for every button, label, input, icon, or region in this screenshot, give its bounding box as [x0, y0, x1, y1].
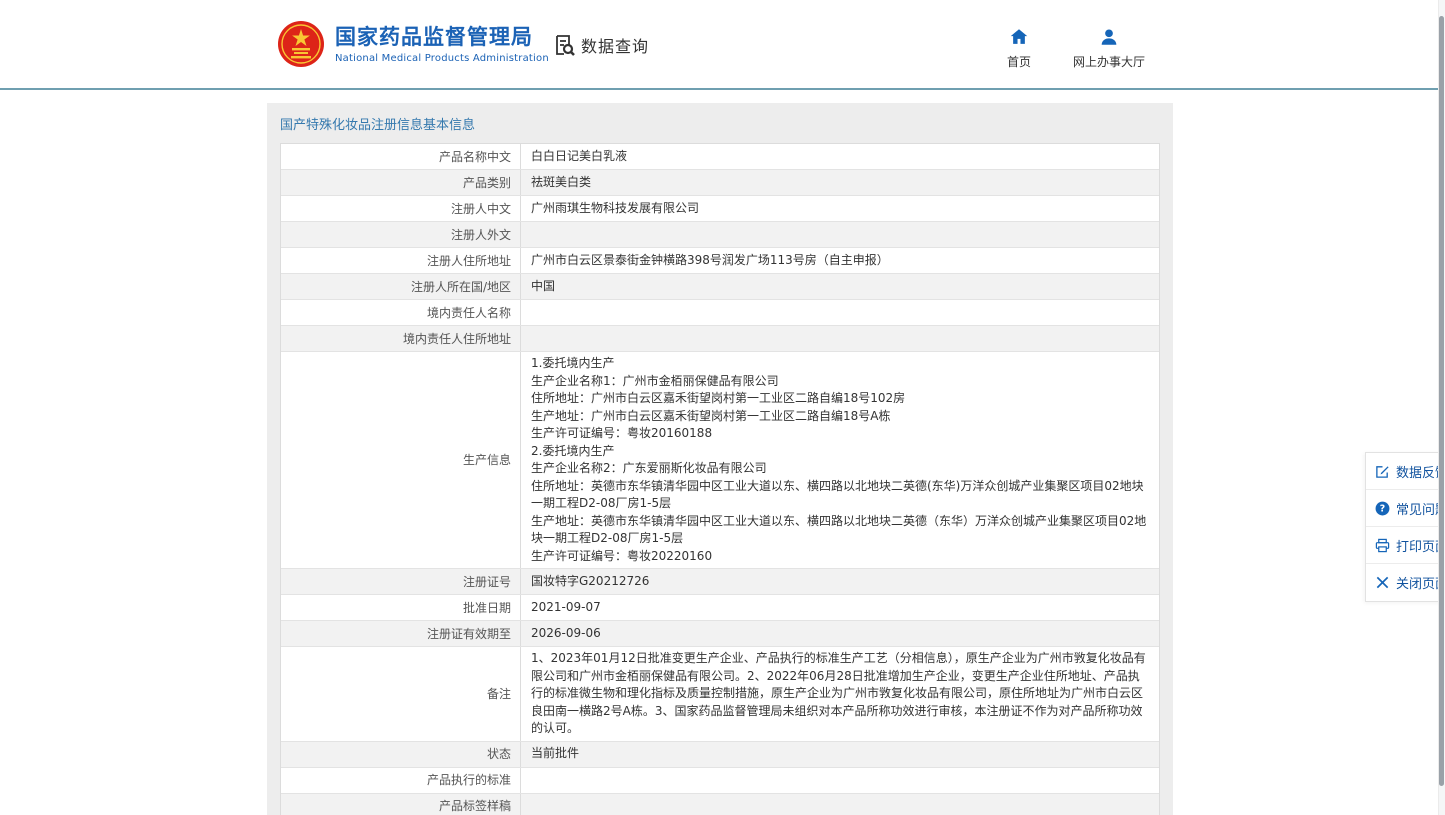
table-row: 产品执行的标准 [281, 768, 1159, 794]
field-value: 祛斑美白类 [531, 174, 1147, 192]
home-icon [1008, 26, 1030, 48]
table-row: 注册人住所地址广州市白云区景泰街金钟横路398号润发广场113号房（自主申报） [281, 248, 1159, 274]
production-info-line: 生产企业名称2：广东爱丽斯化妆品有限公司 [531, 460, 1147, 478]
field-label: 产品名称中文 [281, 144, 521, 169]
table-row: 注册证号国妆特字G20212726 [281, 569, 1159, 595]
production-info-line: 生产许可证编号：粤妆20220160 [531, 548, 1147, 566]
field-label: 批准日期 [281, 595, 521, 620]
side-panel-item-1[interactable]: ?常见问题 [1366, 490, 1445, 527]
document-search-icon [552, 33, 576, 57]
field-label: 境内责任人住所地址 [281, 326, 521, 351]
field-value: 国妆特字G20212726 [531, 573, 1147, 591]
field-label: 注册人外文 [281, 222, 521, 247]
svg-text:?: ? [1380, 503, 1385, 514]
nav-item-1[interactable]: 网上办事大厅 [1073, 26, 1145, 70]
national-emblem-icon [277, 20, 325, 68]
table-row: 注册证有效期至 2026-09-06 [281, 621, 1159, 647]
header-divider [0, 88, 1445, 90]
production-info-line: 住所地址：英德市东华镇清华园中区工业大道以东、横四路以北地块二英德(东华)万洋众… [531, 478, 1147, 513]
agency-title-cn: 国家药品监督管理局 [335, 24, 549, 50]
field-label: 注册证号 [281, 569, 521, 594]
production-info-line: 生产企业名称1：广州市金栢丽保健品有限公司 [531, 373, 1147, 391]
field-label: 注册人中文 [281, 196, 521, 221]
production-info-line: 住所地址：广州市白云区嘉禾街望岗村第一工业区二路自编18号102房 [531, 390, 1147, 408]
vertical-scrollbar-thumb[interactable] [1439, 16, 1444, 786]
field-value: 广州市白云区景泰街金钟横路398号润发广场113号房（自主申报） [531, 252, 1147, 270]
agency-logo[interactable]: 国家药品监督管理局 National Medical Products Admi… [277, 20, 549, 68]
nav-item-label[interactable]: 网上办事大厅 [1073, 53, 1145, 70]
side-panel-item-3[interactable]: 关闭页面 [1366, 564, 1445, 601]
table-row: 注册人中文广州雨琪生物科技发展有限公司 [281, 196, 1159, 222]
data-query-label: 数据查询 [581, 33, 649, 57]
table-row: 产品类别祛斑美白类 [281, 170, 1159, 196]
nav-item-label[interactable]: 首页 [1007, 53, 1031, 70]
table-row: 境内责任人名称 [281, 300, 1159, 326]
field-value [531, 771, 1147, 789]
field-label: 境内责任人名称 [281, 300, 521, 325]
table-row: 生产信息 1.委托境内生产生产企业名称1：广州市金栢丽保健品有限公司住所地址：广州… [281, 352, 1159, 569]
production-info-line: 生产许可证编号：粤妆20160188 [531, 425, 1147, 443]
field-value [531, 797, 1147, 815]
field-label: 状态 [281, 742, 521, 767]
content-panel: 国产特殊化妆品注册信息基本信息 产品名称中文白白日记美白乳液产品类别祛斑美白类注… [267, 103, 1173, 815]
feedback-edit-icon [1375, 464, 1390, 479]
floating-tool-panel: 数据反馈?常见问题打印页面关闭页面 [1365, 452, 1445, 602]
table-row: 注册人外文 [281, 222, 1159, 248]
print-icon [1375, 538, 1390, 553]
user-icon [1098, 26, 1120, 48]
table-row: 状态当前批件 [281, 742, 1159, 768]
header-nav: 首页 网上办事大厅 [965, 26, 1145, 70]
table-row: 注册人所在国/地区中国 [281, 274, 1159, 300]
production-info-line: 生产地址：英德市东华镇清华园中区工业大道以东、横四路以北地块二英德（东华）万洋众… [531, 513, 1147, 548]
page-title: 国产特殊化妆品注册信息基本信息 [267, 103, 1173, 143]
field-label: 产品类别 [281, 170, 521, 195]
field-label: 注册人所在国/地区 [281, 274, 521, 299]
field-label: 备注 [281, 647, 521, 741]
table-row: 批准日期 2021-09-07 [281, 595, 1159, 621]
field-value: 2021-09-07 [531, 599, 1147, 617]
page-header: 国家药品监督管理局 National Medical Products Admi… [0, 0, 1445, 88]
vertical-scrollbar-track[interactable] [1438, 0, 1445, 815]
field-value [531, 330, 1147, 348]
side-panel-item-0[interactable]: 数据反馈 [1366, 453, 1445, 490]
field-value: 当前批件 [531, 745, 1147, 763]
production-info-line: 1.委托境内生产 [531, 355, 1147, 373]
table-row: 境内责任人住所地址 [281, 326, 1159, 352]
field-label: 注册人住所地址 [281, 248, 521, 273]
nav-item-0[interactable]: 首页 [1007, 26, 1031, 70]
table-row: 产品标签样稿 [281, 794, 1159, 815]
production-info-line: 2.委托境内生产 [531, 443, 1147, 461]
agency-subtitle-en: National Medical Products Administration [335, 53, 549, 64]
table-row: 备注1、2023年01月12日批准变更生产企业、产品执行的标准生产工艺（分相信息… [281, 647, 1159, 742]
field-value: 中国 [531, 278, 1147, 296]
field-value: 2026-09-06 [531, 625, 1147, 643]
field-value [531, 304, 1147, 322]
production-info-line: 生产地址：广州市白云区嘉禾街望岗村第一工业区二路自编18号A栋 [531, 408, 1147, 426]
side-panel-item-2[interactable]: 打印页面 [1366, 527, 1445, 564]
field-label: 注册证有效期至 [281, 621, 521, 646]
field-value: 1、2023年01月12日批准变更生产企业、产品执行的标准生产工艺（分相信息），… [531, 650, 1147, 738]
field-value: 白白日记美白乳液 [531, 148, 1147, 166]
field-label: 产品标签样稿 [281, 794, 521, 815]
data-query-section: 数据查询 [552, 33, 649, 57]
field-value [531, 226, 1147, 244]
question-circle-icon: ? [1375, 501, 1390, 516]
field-label: 产品执行的标准 [281, 768, 521, 793]
close-icon [1375, 575, 1390, 590]
field-label: 生产信息 [281, 352, 521, 568]
field-value: 广州雨琪生物科技发展有限公司 [531, 200, 1147, 218]
table-row: 产品名称中文白白日记美白乳液 [281, 144, 1159, 170]
registration-info-table: 产品名称中文白白日记美白乳液产品类别祛斑美白类注册人中文广州雨琪生物科技发展有限… [280, 143, 1160, 815]
